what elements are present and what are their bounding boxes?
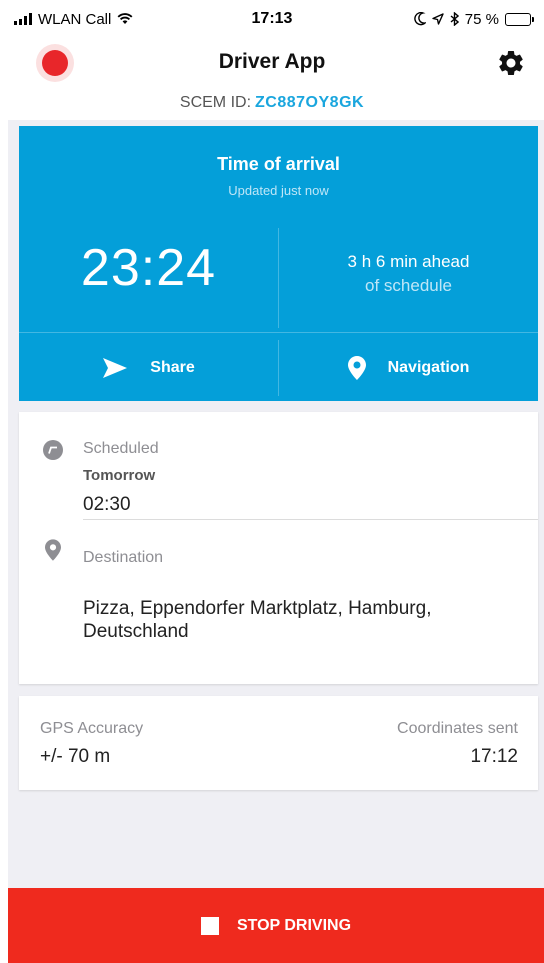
gear-icon[interactable] (496, 48, 526, 78)
stop-icon (200, 916, 219, 935)
wifi-icon (117, 13, 133, 24)
location-arrow-icon (432, 13, 444, 25)
scem-id-value: ZC887OY8GK (255, 94, 365, 111)
scem-id-label: SCEM ID: (179, 94, 252, 111)
status-bar: WLAN Call 17:13 75 % (0, 0, 544, 38)
status-bar-right: 75 % (414, 11, 534, 28)
eta-updated-text: Updated just now (228, 183, 329, 198)
eta-card: Time of arrival Updated just now 23:24 3… (19, 126, 538, 401)
destination-address: Pizza, Eppendorfer Marktplatz, Hamburg, … (83, 597, 432, 643)
destination-label: Destination (83, 549, 164, 566)
eta-schedule-line: of schedule (365, 276, 452, 295)
eta-ahead-line: 3 h 6 min ahead (347, 252, 470, 271)
moon-icon (414, 12, 426, 26)
clock-icon (43, 440, 63, 460)
signal-icon (14, 13, 32, 25)
navigation-button[interactable]: Navigation (279, 340, 538, 396)
share-label: Share (150, 359, 195, 376)
location-pin-icon (45, 539, 61, 561)
app-header: Driver App (0, 38, 544, 86)
scheduled-time: 02:30 (83, 494, 131, 515)
bluetooth-icon (450, 12, 459, 26)
eta-title: Time of arrival (217, 154, 340, 174)
scheduled-label: Scheduled (83, 440, 159, 457)
gps-accuracy-value: +/- 70 m (40, 746, 111, 767)
stop-driving-button[interactable]: STOP DRIVING (8, 888, 544, 963)
status-bar-left: WLAN Call (14, 11, 133, 28)
eta-ahead-info: 3 h 6 min ahead of schedule (279, 250, 538, 298)
battery-percent: 75 % (464, 10, 499, 28)
battery-icon (505, 12, 534, 26)
scem-id-line: SCEM ID: ZC887OY8GK (0, 94, 544, 112)
send-icon (103, 358, 128, 378)
coordinates-sent-label: Coordinates sent (397, 720, 518, 737)
eta-actions-divider (19, 332, 538, 333)
destination-line-1: Pizza, Eppendorfer Marktplatz, Hamburg, (83, 598, 432, 619)
eta-time: 23:24 (80, 239, 217, 297)
schedule-divider (83, 519, 538, 520)
schedule-card: Scheduled Tomorrow 02:30 Destination Piz… (19, 412, 538, 684)
navigation-label: Navigation (387, 359, 470, 376)
map-pin-icon (347, 356, 366, 380)
content-area: Time of arrival Updated just now 23:24 3… (8, 120, 544, 890)
scheduled-day: Tomorrow (83, 467, 156, 484)
app-title: Driver App (218, 50, 326, 73)
driver-app-screen: WLAN Call 17:13 75 % Driver App SCEM ID:… (0, 0, 544, 963)
stop-driving-label: STOP DRIVING (236, 916, 352, 934)
gps-accuracy-label: GPS Accuracy (40, 720, 144, 737)
share-button[interactable]: Share (19, 340, 278, 396)
coordinates-sent-value: 17:12 (470, 746, 518, 767)
gps-card: GPS Accuracy +/- 70 m Coordinates sent 1… (19, 696, 538, 790)
destination-line-2: Deutschland (83, 621, 189, 642)
carrier-label: WLAN Call (38, 10, 112, 28)
